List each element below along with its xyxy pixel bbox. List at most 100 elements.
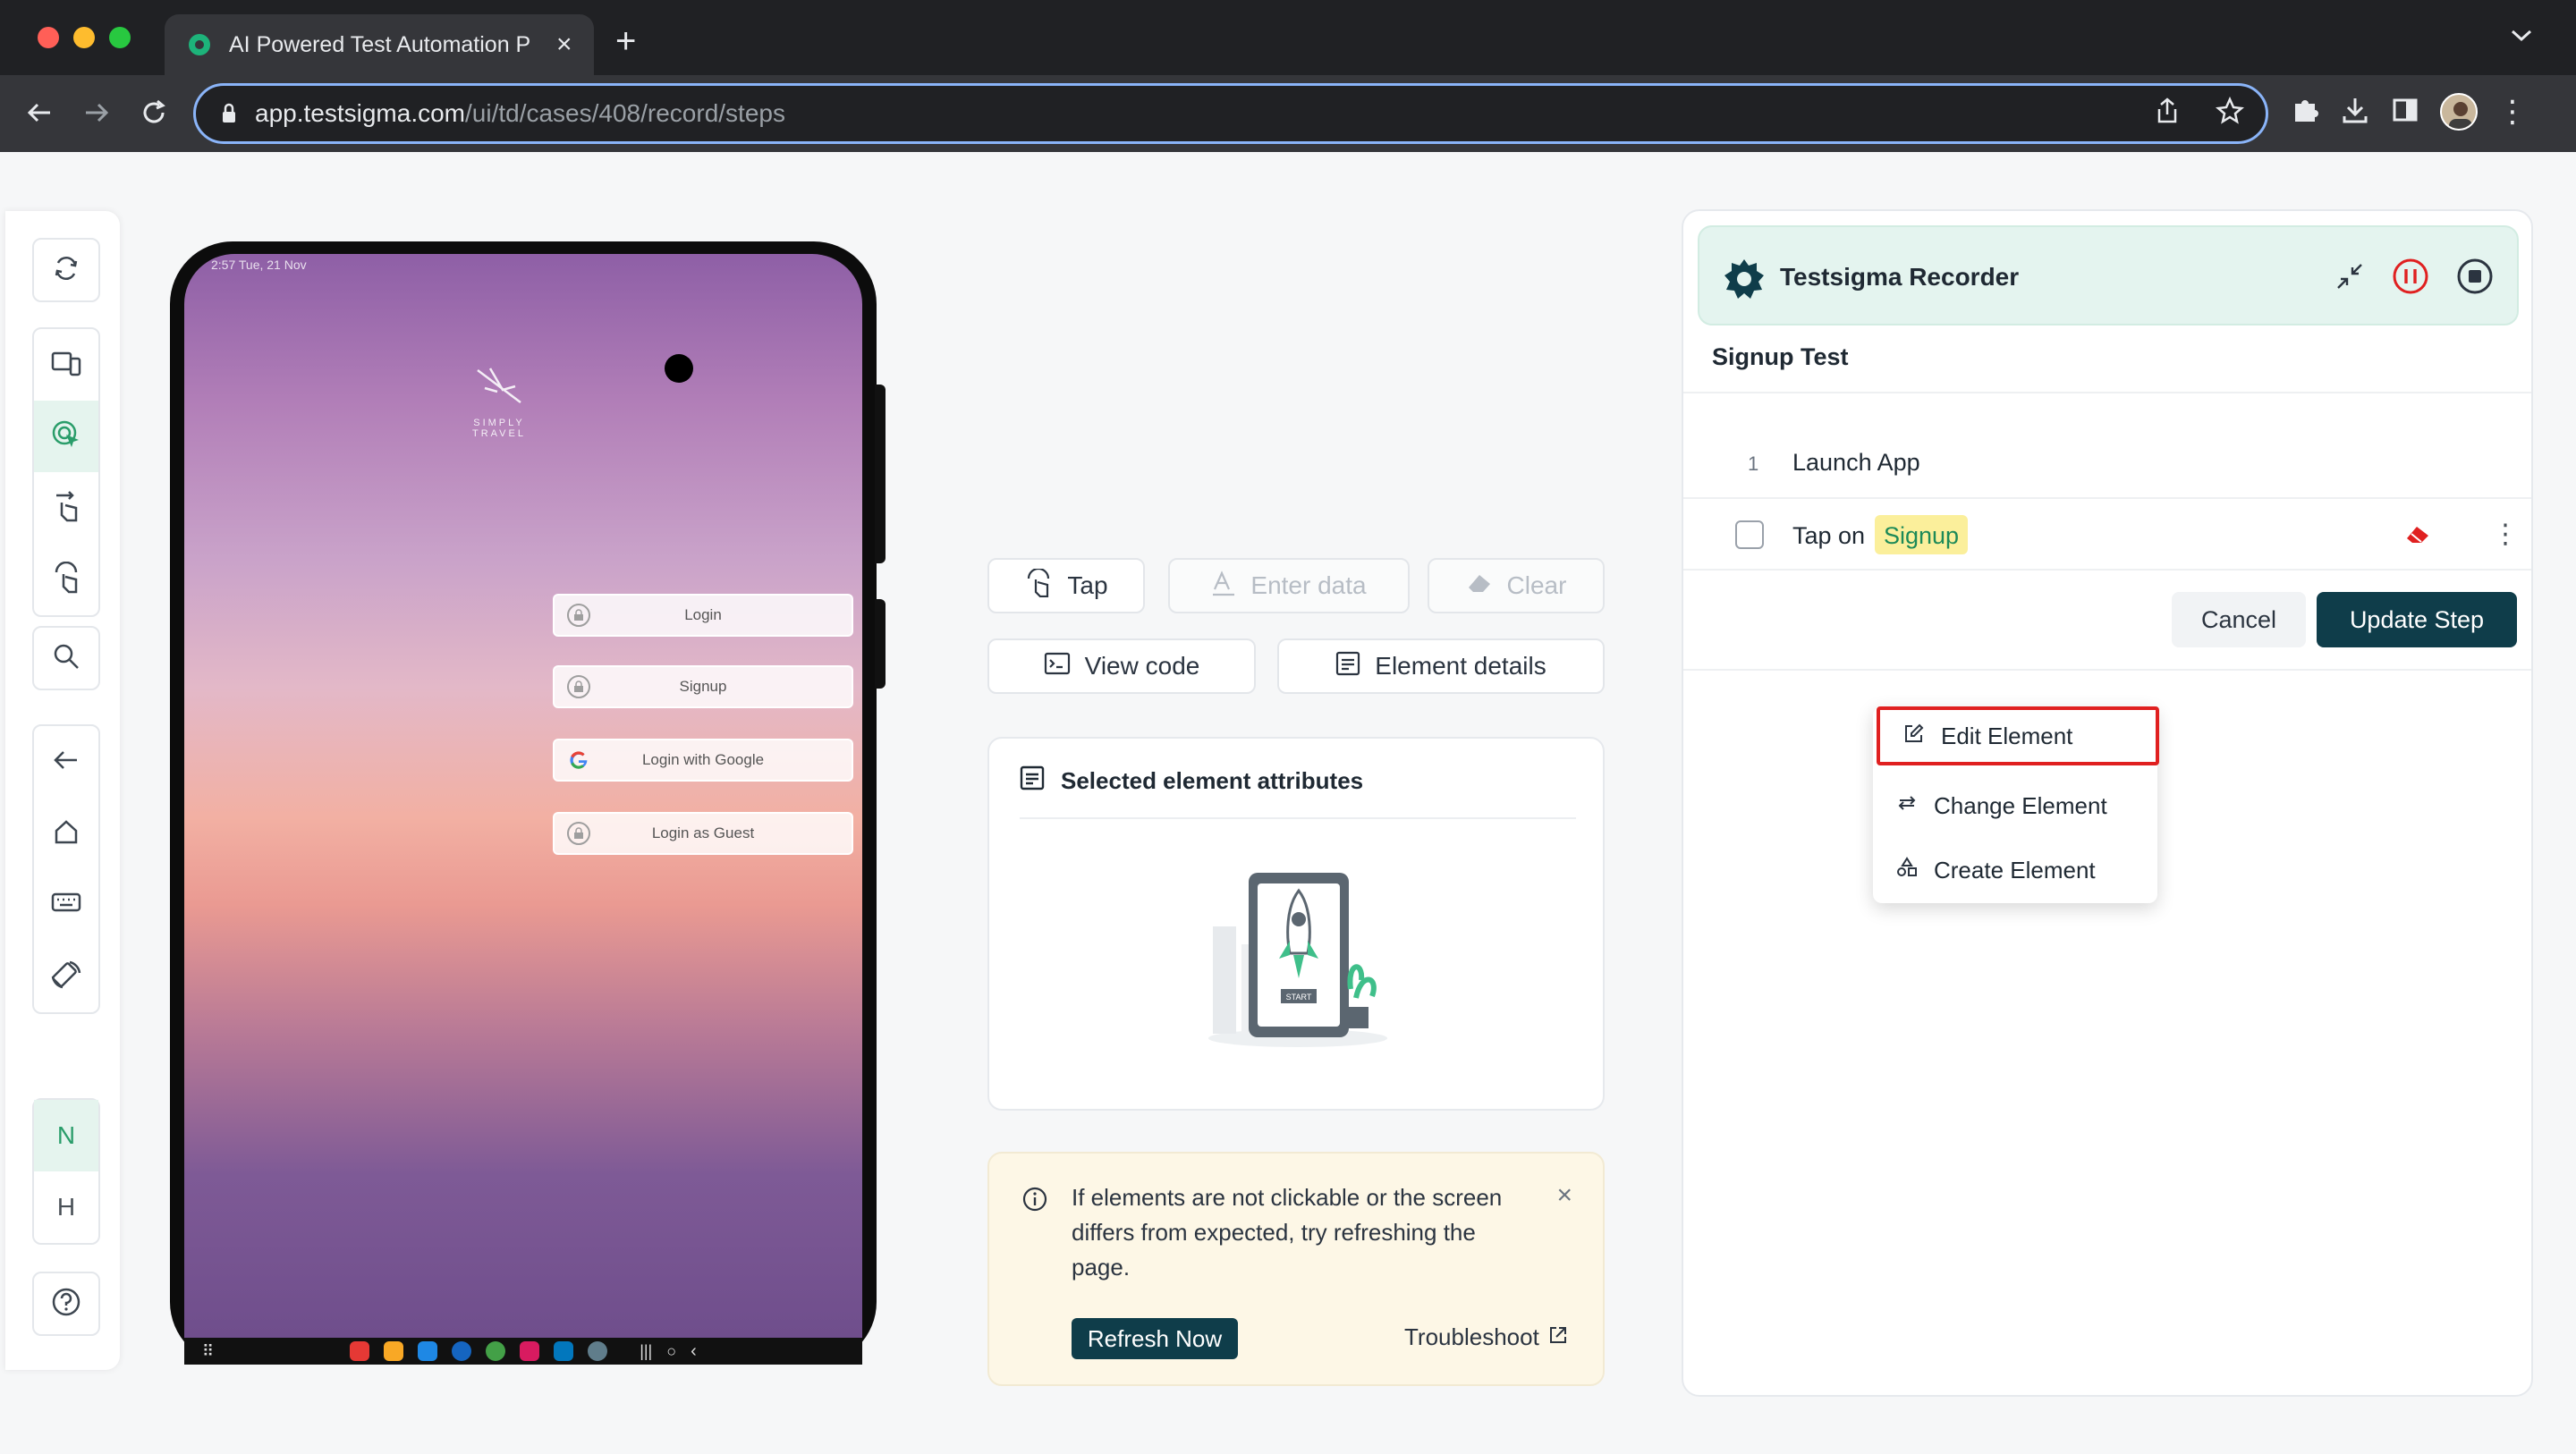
recents-icon[interactable]: ||| [640, 1342, 652, 1361]
rocket-launch-illustration: START [1204, 855, 1392, 1056]
home-circle-icon[interactable]: ○ [666, 1342, 676, 1361]
google-icon [567, 748, 590, 772]
long-press-button[interactable] [34, 544, 98, 615]
phone-login-button[interactable]: Login [553, 594, 853, 637]
enter-data-action-button[interactable]: Enter data [1168, 558, 1410, 613]
downloads-icon[interactable] [2340, 95, 2370, 130]
step-element-chip[interactable]: Signup [1875, 515, 1969, 554]
device-screen[interactable]: 2:57 Tue, 21 Nov SIMPLY TRAVEL Login Sig… [184, 254, 862, 1338]
recorder-header: Testsigma Recorder [1698, 225, 2519, 325]
taskbar-app-icon[interactable] [452, 1341, 472, 1361]
recorder-divider [1683, 392, 2531, 393]
troubleshoot-link[interactable]: Troubleshoot [1404, 1323, 1568, 1351]
extensions-puzzle-icon[interactable] [2290, 95, 2320, 130]
help-button[interactable] [32, 1272, 100, 1336]
device-keyboard-button[interactable] [34, 869, 98, 941]
taskbar-app-icon[interactable] [384, 1341, 404, 1361]
taskbar-app-icon[interactable] [520, 1341, 540, 1361]
window-minimize-button[interactable] [73, 27, 95, 48]
troubleshoot-label: Troubleshoot [1404, 1323, 1539, 1350]
new-tab-icon[interactable]: + [615, 23, 636, 59]
pause-recording-icon[interactable] [2392, 258, 2429, 300]
text-input-icon [1211, 570, 1236, 603]
attributes-list-icon [1020, 765, 1045, 797]
tab-close-icon[interactable]: × [556, 31, 572, 58]
taskbar-app-icon[interactable] [588, 1341, 608, 1361]
device-nav-bar: ⠿ ||| ○ ‹ [184, 1338, 862, 1365]
lock-icon[interactable] [221, 103, 237, 124]
phone-guest-login-button[interactable]: Login as Guest [553, 812, 853, 855]
letter-shortcut-group: N H [32, 1098, 100, 1245]
profile-avatar[interactable] [2440, 93, 2478, 131]
reload-icon[interactable] [136, 95, 172, 131]
phone-signup-button[interactable]: Signup [553, 665, 853, 708]
share-icon[interactable] [2155, 97, 2180, 130]
eraser-icon [1466, 571, 1493, 601]
search-element-button[interactable] [32, 626, 100, 690]
device-rotate-button[interactable] [34, 941, 98, 1012]
nav-back-icon[interactable]: ‹ [691, 1341, 697, 1362]
window-zoom-button[interactable] [109, 27, 131, 48]
phone-google-login-button[interactable]: Login with Google [553, 739, 853, 782]
forward-arrow-icon[interactable] [79, 95, 114, 131]
shortcut-n-button[interactable]: N [34, 1100, 98, 1171]
search-icon [52, 642, 80, 675]
home-icon [53, 818, 80, 850]
back-arrow-icon[interactable] [21, 95, 57, 131]
device-view-button[interactable] [34, 329, 98, 401]
refresh-now-button[interactable]: Refresh Now [1072, 1318, 1238, 1359]
taskbar-app-icon[interactable] [554, 1341, 574, 1361]
stop-recording-icon[interactable] [2456, 258, 2494, 300]
taskbar-app-icon[interactable] [486, 1341, 506, 1361]
taskbar-app-icon[interactable] [350, 1341, 370, 1361]
window-close-button[interactable] [38, 27, 59, 48]
back-arrow-icon [52, 748, 80, 777]
change-element-label: Change Element [1934, 791, 2107, 819]
clear-action-label: Clear [1506, 571, 1567, 599]
bookmark-star-icon[interactable] [2216, 96, 2244, 130]
create-element-label: Create Element [1934, 856, 2096, 883]
cancel-button[interactable]: Cancel [2172, 592, 2306, 647]
taskbar-app-icon[interactable] [418, 1341, 438, 1361]
address-bar[interactable]: app.testsigma.com/ui/td/cases/408/record… [193, 83, 2268, 144]
view-code-button[interactable]: View code [987, 638, 1256, 694]
shortcut-h-button[interactable]: H [34, 1171, 98, 1243]
devices-icon [51, 350, 81, 381]
clear-action-button[interactable]: Clear [1428, 558, 1605, 613]
element-details-button[interactable]: Element details [1277, 638, 1605, 694]
front-camera [665, 354, 693, 383]
update-step-button[interactable]: Update Step [2317, 592, 2517, 647]
phone-google-label: Login with Google [641, 751, 765, 768]
notice-close-icon[interactable]: × [1556, 1180, 1572, 1211]
step-text[interactable]: Launch App [1792, 449, 1920, 477]
side-panel-icon[interactable] [2390, 95, 2420, 130]
screen-rotation-icon [50, 959, 82, 995]
tap-action-label: Tap [1067, 571, 1108, 599]
create-element-menu-item[interactable]: Create Element [1873, 841, 2157, 900]
step-more-options-icon[interactable]: ⋮ [2492, 519, 2519, 550]
tap-action-button[interactable]: Tap [987, 558, 1145, 613]
minimize-arrows-icon[interactable] [2334, 261, 2365, 296]
browser-tab[interactable]: AI Powered Test Automation P × [165, 14, 594, 75]
clear-step-eraser-icon[interactable] [2404, 522, 2431, 550]
inspect-element-button[interactable] [34, 401, 98, 472]
browser-menu-icon[interactable]: ⋮ [2497, 97, 2528, 127]
step-checkbox[interactable] [1735, 520, 1764, 549]
tab-search-chevron-icon[interactable] [2510, 29, 2533, 47]
browser-tab-strip: AI Powered Test Automation P × + [0, 0, 2576, 75]
shortcut-n-label: N [56, 1121, 76, 1149]
device-back-button[interactable] [34, 726, 98, 798]
start-sign-label: START [1286, 993, 1312, 1002]
interaction-mode-group [32, 327, 100, 617]
device-status-bar: 2:57 Tue, 21 Nov [211, 258, 307, 272]
rotate-refresh-button[interactable] [32, 238, 100, 302]
change-element-menu-item[interactable]: Change Element [1873, 776, 2157, 835]
view-code-label: View code [1084, 652, 1200, 680]
swipe-gesture-button[interactable] [34, 472, 98, 544]
swap-arrows-icon [1896, 792, 1918, 820]
edit-element-menu-item[interactable]: Edit Element [1877, 706, 2159, 765]
device-home-button[interactable] [34, 798, 98, 869]
url-path: /ui/td/cases/408/record/steps [465, 99, 785, 127]
recorder-title: Testsigma Recorder [1780, 263, 2020, 291]
info-icon [1021, 1186, 1048, 1217]
